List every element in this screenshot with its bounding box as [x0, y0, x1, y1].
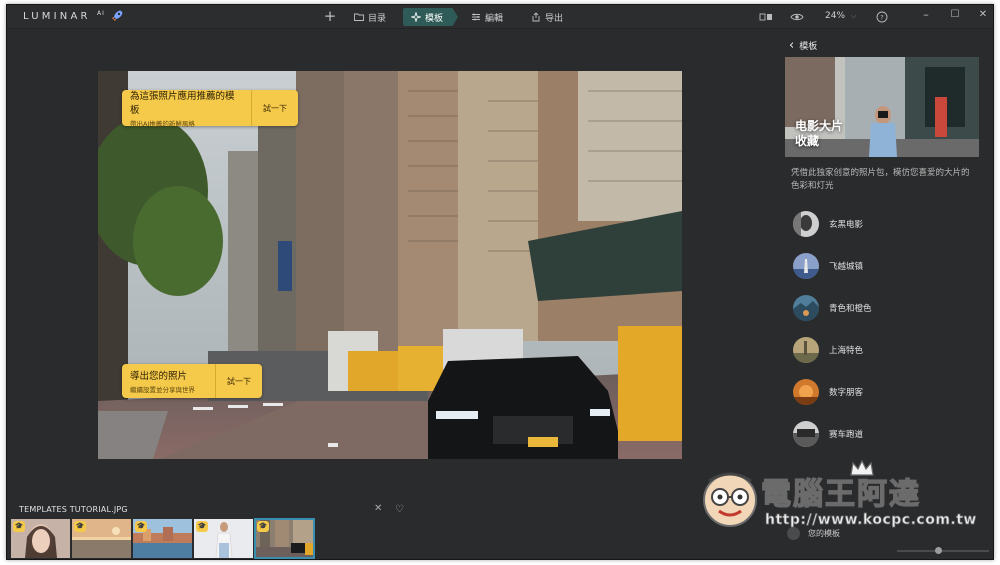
watermark: 電腦王阿達 http://www.kocpc.com.tw — [699, 459, 977, 537]
tip-export-subtitle: 繼續設置並分享與世界 — [130, 386, 195, 394]
tab-edit[interactable]: 編輯 — [463, 8, 511, 26]
template-label: 数字朋客 — [829, 388, 864, 398]
tutorial-badge-icon: 🎓 — [13, 521, 25, 532]
app-logo: LUMINAR AI — [23, 10, 105, 22]
tip-export-title: 導出您的照片 — [130, 371, 188, 382]
tip-apply-subtitle: 帶出AI推薦的新鮮風格 — [130, 120, 195, 128]
minimize-button[interactable]: – — [919, 8, 933, 21]
back-label: 模板 — [799, 42, 818, 52]
tip-export-text: 導出您的照片 繼續設置並分享與世界 — [122, 364, 216, 398]
close-button[interactable]: ✕ — [976, 9, 990, 20]
rocket-icon[interactable] — [110, 9, 124, 23]
eye-icon[interactable] — [790, 10, 804, 24]
slider-knob[interactable] — [935, 547, 942, 554]
svg-text:?: ? — [880, 13, 883, 21]
filmstrip-thumb-portrait[interactable]: 🎓 — [11, 519, 70, 558]
export-icon — [532, 12, 540, 22]
template-thumb-shanghai — [793, 337, 819, 363]
tutorial-badge-icon: 🎓 — [135, 521, 147, 532]
compare-icon[interactable] — [759, 10, 773, 24]
filmstrip-thumb-beach[interactable]: 🎓 — [72, 519, 131, 558]
template-item-fly-over-town[interactable]: 飞越城镇 — [793, 253, 863, 279]
template-item-shanghai[interactable]: 上海特色 — [793, 337, 863, 363]
tab-templates-label: 模板 — [425, 13, 444, 24]
template-label: 飞越城镇 — [829, 262, 864, 272]
collection-hero: 电影大片 收藏 — [785, 57, 979, 157]
collection-description: 凭借此独家创意的照片包，模仿您喜爱的大片的色彩和灯光 — [791, 168, 970, 191]
help-icon[interactable]: ? — [875, 10, 889, 24]
add-image-button[interactable]: + — [323, 7, 337, 25]
template-amount-slider[interactable] — [897, 547, 989, 554]
template-label: 玄黑电影 — [829, 220, 864, 230]
chevron-left-icon: ‹ — [789, 38, 795, 53]
template-thumb-race-track — [793, 421, 819, 447]
template-item-cyberpunk[interactable]: 数字朋客 — [793, 379, 863, 405]
template-thumb-noir — [793, 211, 819, 237]
city-street-image — [98, 71, 682, 459]
tab-export[interactable]: 导出 — [523, 8, 571, 26]
template-item-race-track[interactable]: 赛车跑道 — [793, 421, 863, 447]
filmstrip-thumb-harbor[interactable]: 🎓 — [133, 519, 192, 558]
zoom-selector[interactable]: 24% ⌵ — [825, 11, 856, 21]
filmstrip-thumb-fashion[interactable]: 🎓 — [194, 519, 253, 558]
folder-icon — [354, 13, 364, 21]
filmstrip-title: TEMPLATES TUTORIAL.JPG — [19, 505, 128, 514]
template-thumb-fly-over-town — [793, 253, 819, 279]
tutorial-badge-icon: 🎓 — [74, 521, 86, 532]
tip-apply-title: 為這張照片應用推薦的模板 — [130, 91, 235, 116]
tip-apply-text: 為這張照片應用推薦的模板 帶出AI推薦的新鮮風格 — [122, 90, 252, 128]
filmstrip-close-icon[interactable]: ✕ — [374, 503, 382, 514]
tab-templates[interactable]: 模板 — [403, 8, 458, 26]
template-item-noir[interactable]: 玄黑电影 — [793, 211, 863, 237]
template-thumb-teal-orange — [793, 295, 819, 321]
template-thumb-cyberpunk — [793, 379, 819, 405]
collection-title: 电影大片 收藏 — [795, 119, 844, 148]
template-label: 青色和橙色 — [829, 304, 872, 314]
tab-library-label: 目录 — [368, 13, 387, 24]
filmstrip-thumb-city-selected[interactable]: 🎓 — [254, 518, 315, 559]
watermark-url: http://www.kocpc.com.tw — [765, 512, 977, 529]
tip-export-try-button[interactable]: 試一下 — [216, 364, 262, 398]
maximize-button[interactable]: ☐ — [948, 9, 962, 20]
tip-export-photo[interactable]: 導出您的照片 繼續設置並分享與世界 試一下 — [122, 364, 262, 398]
tutorial-badge-icon: 🎓 — [257, 521, 269, 532]
template-label: 赛车跑道 — [829, 430, 864, 440]
sparkle-icon — [411, 12, 421, 22]
filmstrip: 🎓 🎓 🎓 🎓 🎓 — [11, 518, 315, 559]
tutorial-badge-icon: 🎓 — [196, 521, 208, 532]
main-photo[interactable]: 為這張照片應用推薦的模板 帶出AI推薦的新鮮風格 試一下 導出您的照片 繼續設置… — [98, 71, 682, 459]
watermark-text: 電腦王阿達 — [760, 476, 921, 512]
watermark-mascot-icon — [703, 472, 757, 527]
tab-edit-label: 編輯 — [485, 13, 504, 24]
tab-library[interactable]: 目录 — [346, 8, 394, 26]
tab-export-label: 导出 — [545, 13, 564, 24]
top-bar: LUMINAR AI + 目录 模板 編輯 导出 24% ⌵ ? – ☐ ✕ — [7, 5, 993, 29]
luminar-window: LUMINAR AI + 目录 模板 編輯 导出 24% ⌵ ? – ☐ ✕ 為… — [6, 4, 994, 560]
template-label: 上海特色 — [829, 346, 864, 356]
tip-apply-template[interactable]: 為這張照片應用推薦的模板 帶出AI推薦的新鮮風格 試一下 — [122, 90, 298, 128]
back-to-templates[interactable]: ‹ 模板 — [789, 38, 817, 53]
favorite-heart-icon[interactable]: ♡ — [395, 504, 404, 515]
template-item-teal-orange[interactable]: 青色和橙色 — [793, 295, 872, 321]
tip-apply-try-button[interactable]: 試一下 — [252, 90, 298, 126]
sliders-icon — [472, 13, 480, 21]
